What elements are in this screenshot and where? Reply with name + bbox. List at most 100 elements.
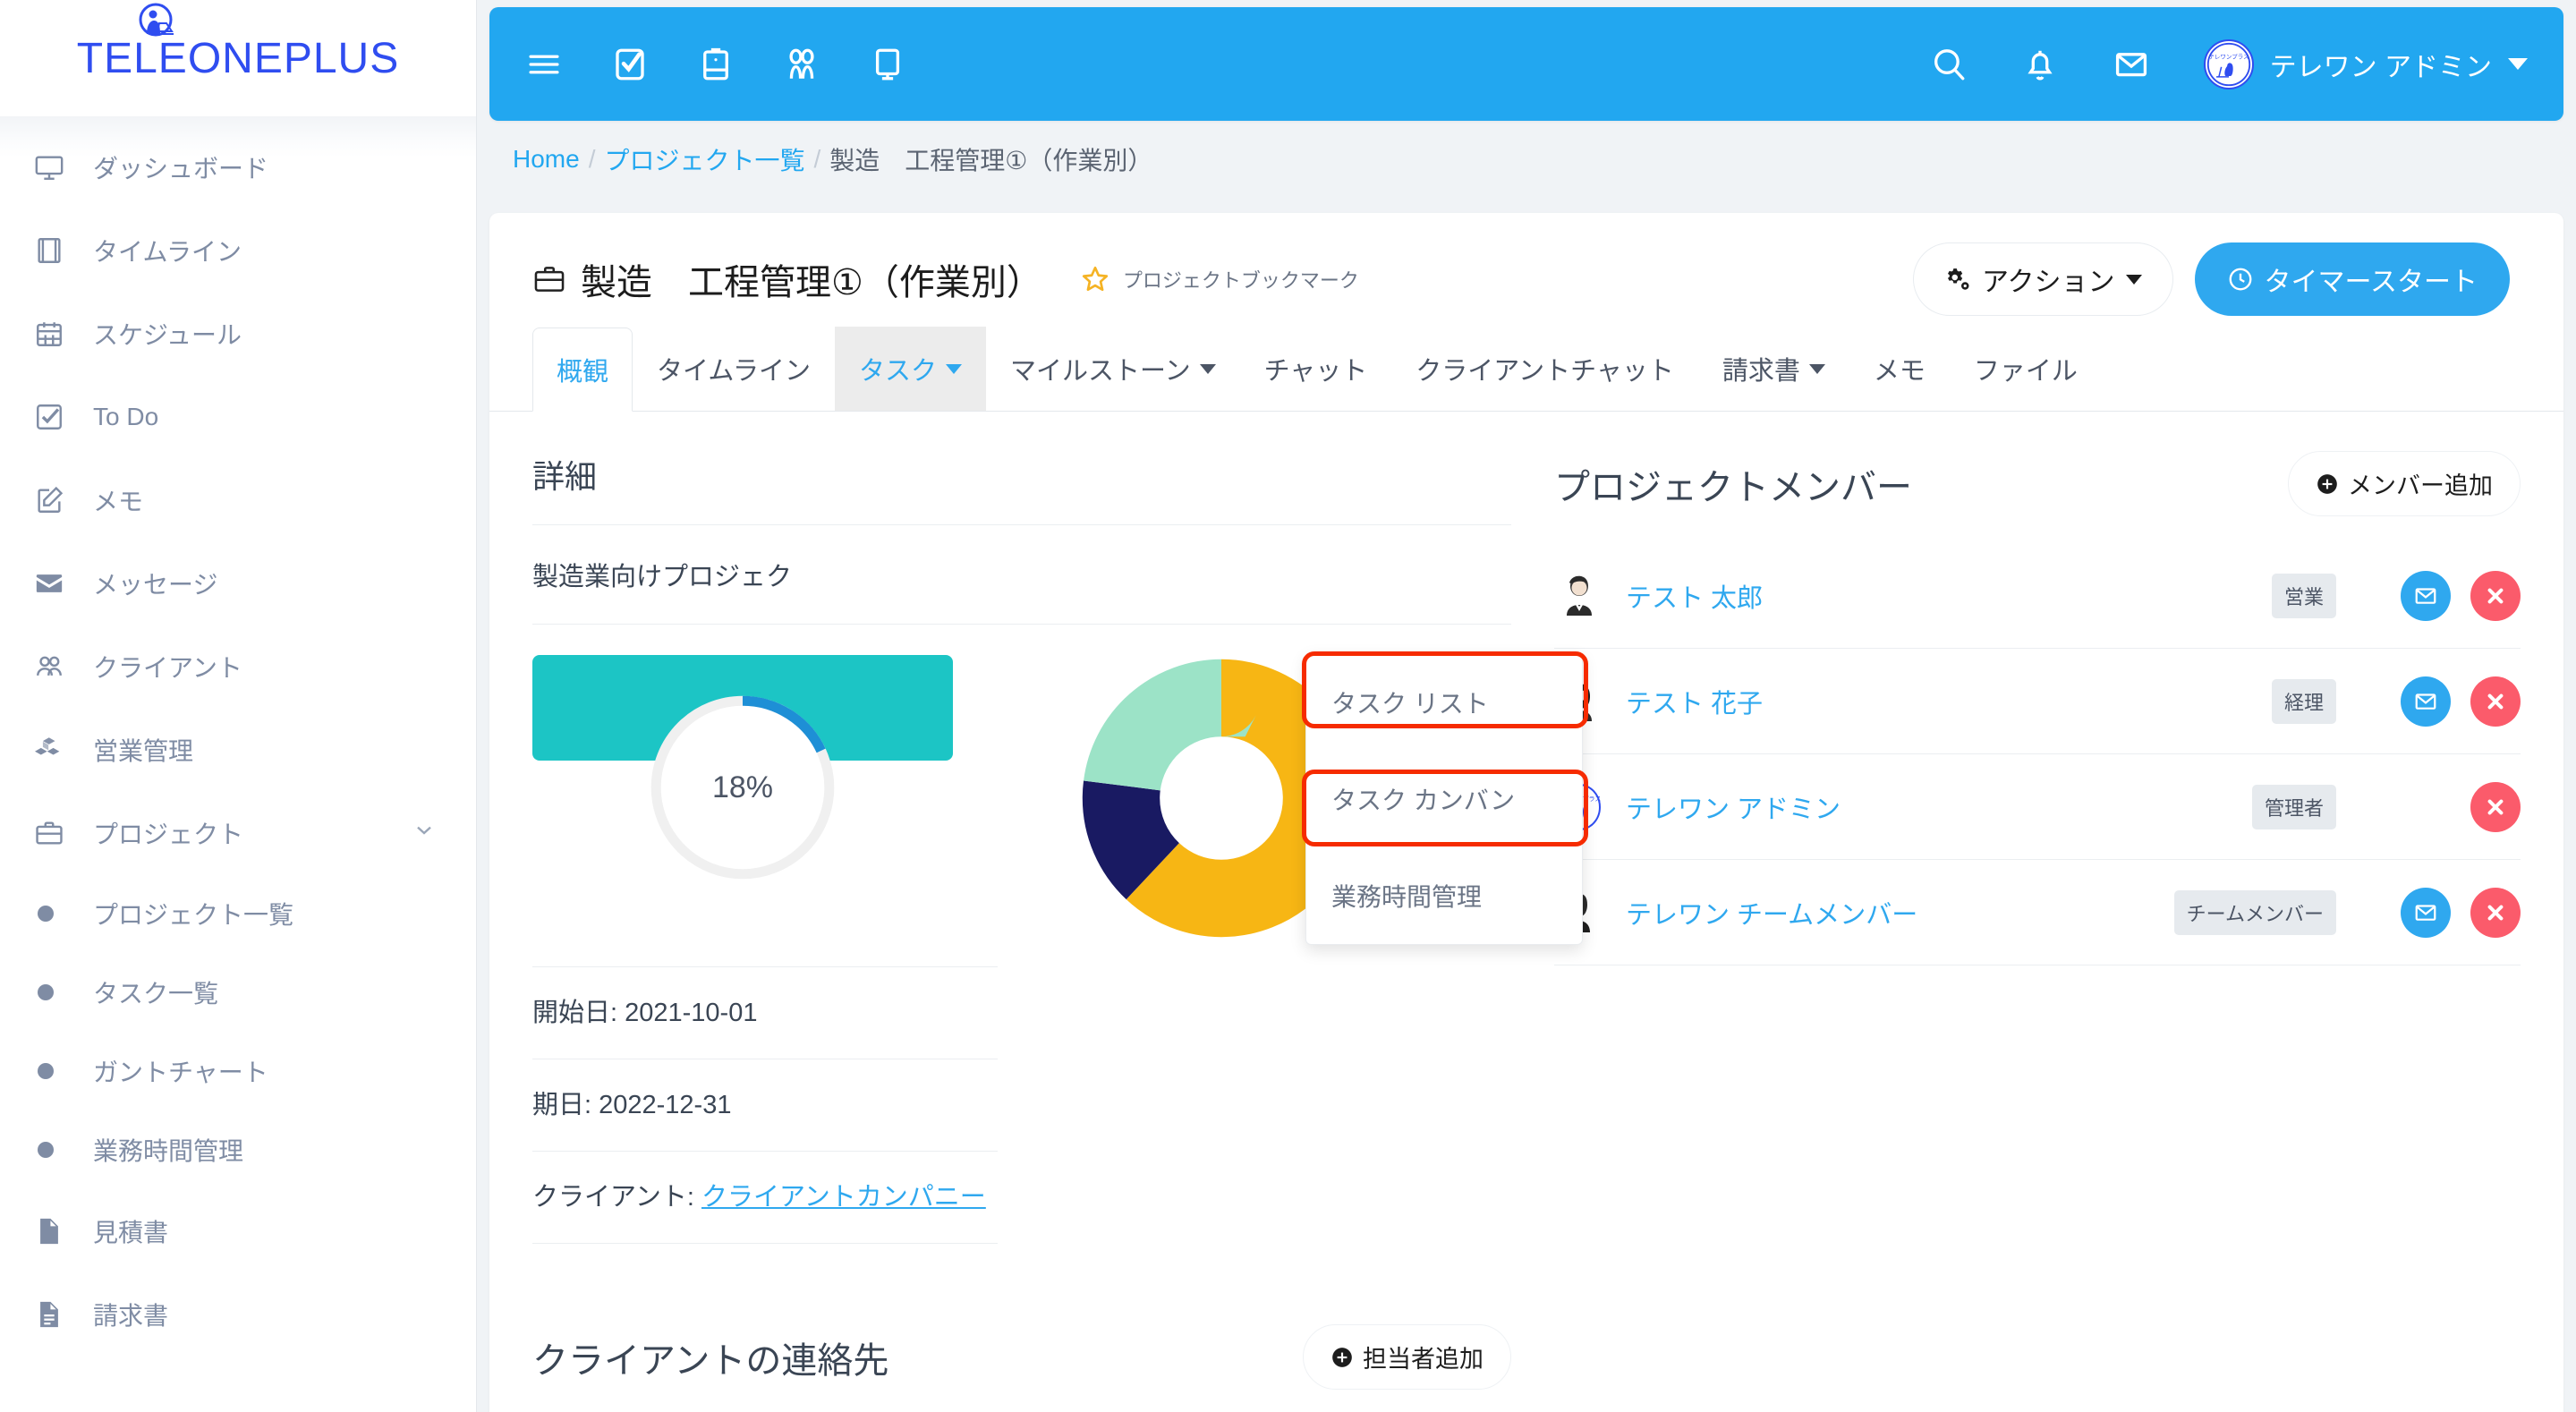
member-name[interactable]: テスト 太郎: [1626, 577, 1763, 615]
send-mail-button[interactable]: [2401, 676, 2451, 727]
file-lines-icon: [34, 1297, 75, 1332]
progress-widget: 18%: [532, 655, 953, 923]
sidebar-item-clients[interactable]: クライアント: [0, 625, 476, 708]
sidebar-nav: ダッシュボード タイムライン スケジュール To Do メモ メッセージ クライ…: [0, 116, 476, 1356]
tab-overview[interactable]: 概観: [532, 327, 633, 412]
status-badge: 管理者: [2251, 784, 2336, 829]
progress-ring: 18%: [644, 689, 841, 886]
teleone-avatar-icon: テレワンプラス: [2203, 38, 2254, 89]
bell-icon[interactable]: [2021, 46, 2059, 83]
chevron-down-icon[interactable]: [412, 817, 437, 848]
top-navigation-bar: テレワンプラス テレワン アドミン: [489, 7, 2563, 121]
add-member-button[interactable]: メンバー追加: [2288, 451, 2521, 516]
client-contacts-header: クライアントの連絡先 担当者追加: [532, 1285, 1511, 1412]
sidebar-item-task-list[interactable]: タスク一覧: [0, 953, 476, 1032]
brand-logo[interactable]: TELEONEPLUS: [0, 0, 476, 116]
add-contact-button[interactable]: 担当者追加: [1303, 1324, 1511, 1391]
member-name[interactable]: テレワン チームメンバー: [1626, 894, 1917, 931]
envelope-icon: [34, 566, 75, 601]
tab-label: 請求書: [1722, 357, 1800, 386]
tab-label: クライアントチャット: [1416, 357, 1674, 386]
remove-member-button[interactable]: [2470, 676, 2521, 727]
tab-client-chat[interactable]: クライアントチャット: [1391, 327, 1698, 411]
search-icon[interactable]: [1930, 46, 1968, 83]
hamburger-menu-icon[interactable]: [525, 46, 563, 83]
timer-start-button[interactable]: タイマースタート: [2194, 242, 2510, 316]
tab-files[interactable]: ファイル: [1950, 327, 2102, 411]
sidebar-item-invoice[interactable]: 請求書: [0, 1272, 476, 1356]
sidebar-item-worktime[interactable]: 業務時間管理: [0, 1110, 476, 1189]
members-column: プロジェクトメンバー メンバー追加 テスト 太郎 営業 テスト 花子 経理 テレ…: [1554, 412, 2563, 1412]
sidebar-item-todo[interactable]: To Do: [0, 375, 476, 458]
tab-label: 概観: [557, 358, 609, 387]
tab-memo[interactable]: メモ: [1849, 327, 1950, 411]
sidebar-item-sales[interactable]: 営業管理: [0, 708, 476, 791]
tab-timeline[interactable]: タイムライン: [633, 327, 835, 411]
user-menu[interactable]: テレワンプラス テレワン アドミン: [2203, 38, 2528, 89]
tab-label: タスク: [859, 357, 938, 386]
member-name[interactable]: テレワン アドミン: [1626, 788, 1841, 826]
breadcrumb-item-home[interactable]: Home: [513, 145, 580, 174]
tab-milestones[interactable]: マイルストーン: [986, 327, 1240, 411]
check-square-icon: [34, 399, 75, 435]
envelope-icon[interactable]: [2113, 46, 2150, 83]
page-title: 製造 工程管理①（作業別）: [581, 263, 1042, 302]
man-suit-avatar-icon: [1554, 571, 1604, 621]
sidebar-item-message[interactable]: メッセージ: [0, 541, 476, 625]
sidebar-item-label: To Do: [93, 402, 159, 430]
task-dropdown-menu: タスク リスト タスク カンバン 業務時間管理: [1305, 653, 1583, 945]
table-row: テスト 花子 経理: [1554, 649, 2521, 754]
sidebar-item-label: スケジュール: [93, 320, 242, 349]
menu-item-task-list[interactable]: タスク リスト: [1306, 654, 1582, 751]
breadcrumb-item-project-list[interactable]: プロジェクト一覧: [604, 141, 804, 177]
tab-label: マイルストーン: [1010, 357, 1191, 386]
sidebar-item-memo[interactable]: メモ: [0, 458, 476, 541]
users-icon[interactable]: [783, 46, 820, 83]
project-meta-list: 開始日: 2021-10-01 期日: 2022-12-31 クライアント: ク…: [532, 966, 998, 1245]
clipboard-icon[interactable]: [697, 46, 735, 83]
plus-circle-icon: [2316, 472, 2339, 496]
plus-circle-icon: [1331, 1346, 1354, 1369]
tab-tasks[interactable]: タスク: [835, 327, 987, 411]
meta-row-client: クライアント: クライアントカンパニー: [532, 1151, 998, 1243]
boxes-icon: [34, 732, 75, 768]
briefcase-icon: [34, 815, 75, 851]
svg-text:テレワンプラス: テレワンプラス: [2208, 53, 2249, 60]
details-header: 詳細: [532, 412, 1511, 524]
monitor-icon[interactable]: [869, 46, 906, 83]
menu-item-task-kanban[interactable]: タスク カンバン: [1306, 751, 1582, 847]
menu-item-worktime[interactable]: 業務時間管理: [1306, 847, 1582, 944]
sidebar-item-quote[interactable]: 見積書: [0, 1189, 476, 1272]
tab-invoice[interactable]: 請求書: [1698, 327, 1849, 411]
remove-member-button[interactable]: [2470, 781, 2521, 832]
member-name[interactable]: テスト 花子: [1626, 683, 1763, 720]
remove-member-button[interactable]: [2470, 570, 2521, 621]
sidebar: TELEONEPLUS ダッシュボード タイムライン スケジュール To Do …: [0, 0, 477, 1412]
send-mail-button[interactable]: [2401, 570, 2451, 621]
row-actions: [2385, 887, 2521, 938]
project-members-panel: プロジェクトメンバー メンバー追加 テスト 太郎 営業 テスト 花子 経理 テレ…: [1554, 412, 2521, 965]
sidebar-item-label: 営業管理: [93, 736, 194, 765]
breadcrumb-item-current: 製造 工程管理①（作業別）: [829, 147, 1153, 174]
main-area: テレワンプラス テレワン アドミン Home / プロジェクト一覧 / 製造 工…: [477, 0, 2576, 1412]
user-name-label: テレワン アドミン: [2269, 52, 2492, 82]
sidebar-item-project-group[interactable]: プロジェクト: [0, 791, 476, 874]
client-link[interactable]: クライアントカンパニー: [701, 1183, 986, 1212]
action-button[interactable]: アクション: [1913, 242, 2173, 316]
tab-chat[interactable]: チャット: [1240, 327, 1392, 411]
meta-value: 2021-10-01: [625, 999, 758, 1027]
remove-member-button[interactable]: [2470, 887, 2521, 938]
sidebar-item-label: タスク一覧: [93, 980, 219, 1008]
sidebar-item-dashboard[interactable]: ダッシュボード: [0, 125, 476, 208]
sidebar-item-gantt-chart[interactable]: ガントチャート: [0, 1032, 476, 1110]
sidebar-item-schedule[interactable]: スケジュール: [0, 292, 476, 375]
person-laptop-logo-icon: [139, 3, 174, 37]
sidebar-item-project-list[interactable]: プロジェクト一覧: [0, 874, 476, 953]
sidebar-item-timeline[interactable]: タイムライン: [0, 208, 476, 292]
briefcase-icon: [532, 262, 566, 296]
sidebar-item-label: メッセージ: [93, 570, 218, 599]
project-bookmark-toggle[interactable]: プロジェクトブックマーク: [1080, 264, 1359, 294]
check-square-icon[interactable]: [611, 46, 649, 83]
row-actions: [2385, 676, 2521, 727]
send-mail-button[interactable]: [2401, 887, 2451, 938]
